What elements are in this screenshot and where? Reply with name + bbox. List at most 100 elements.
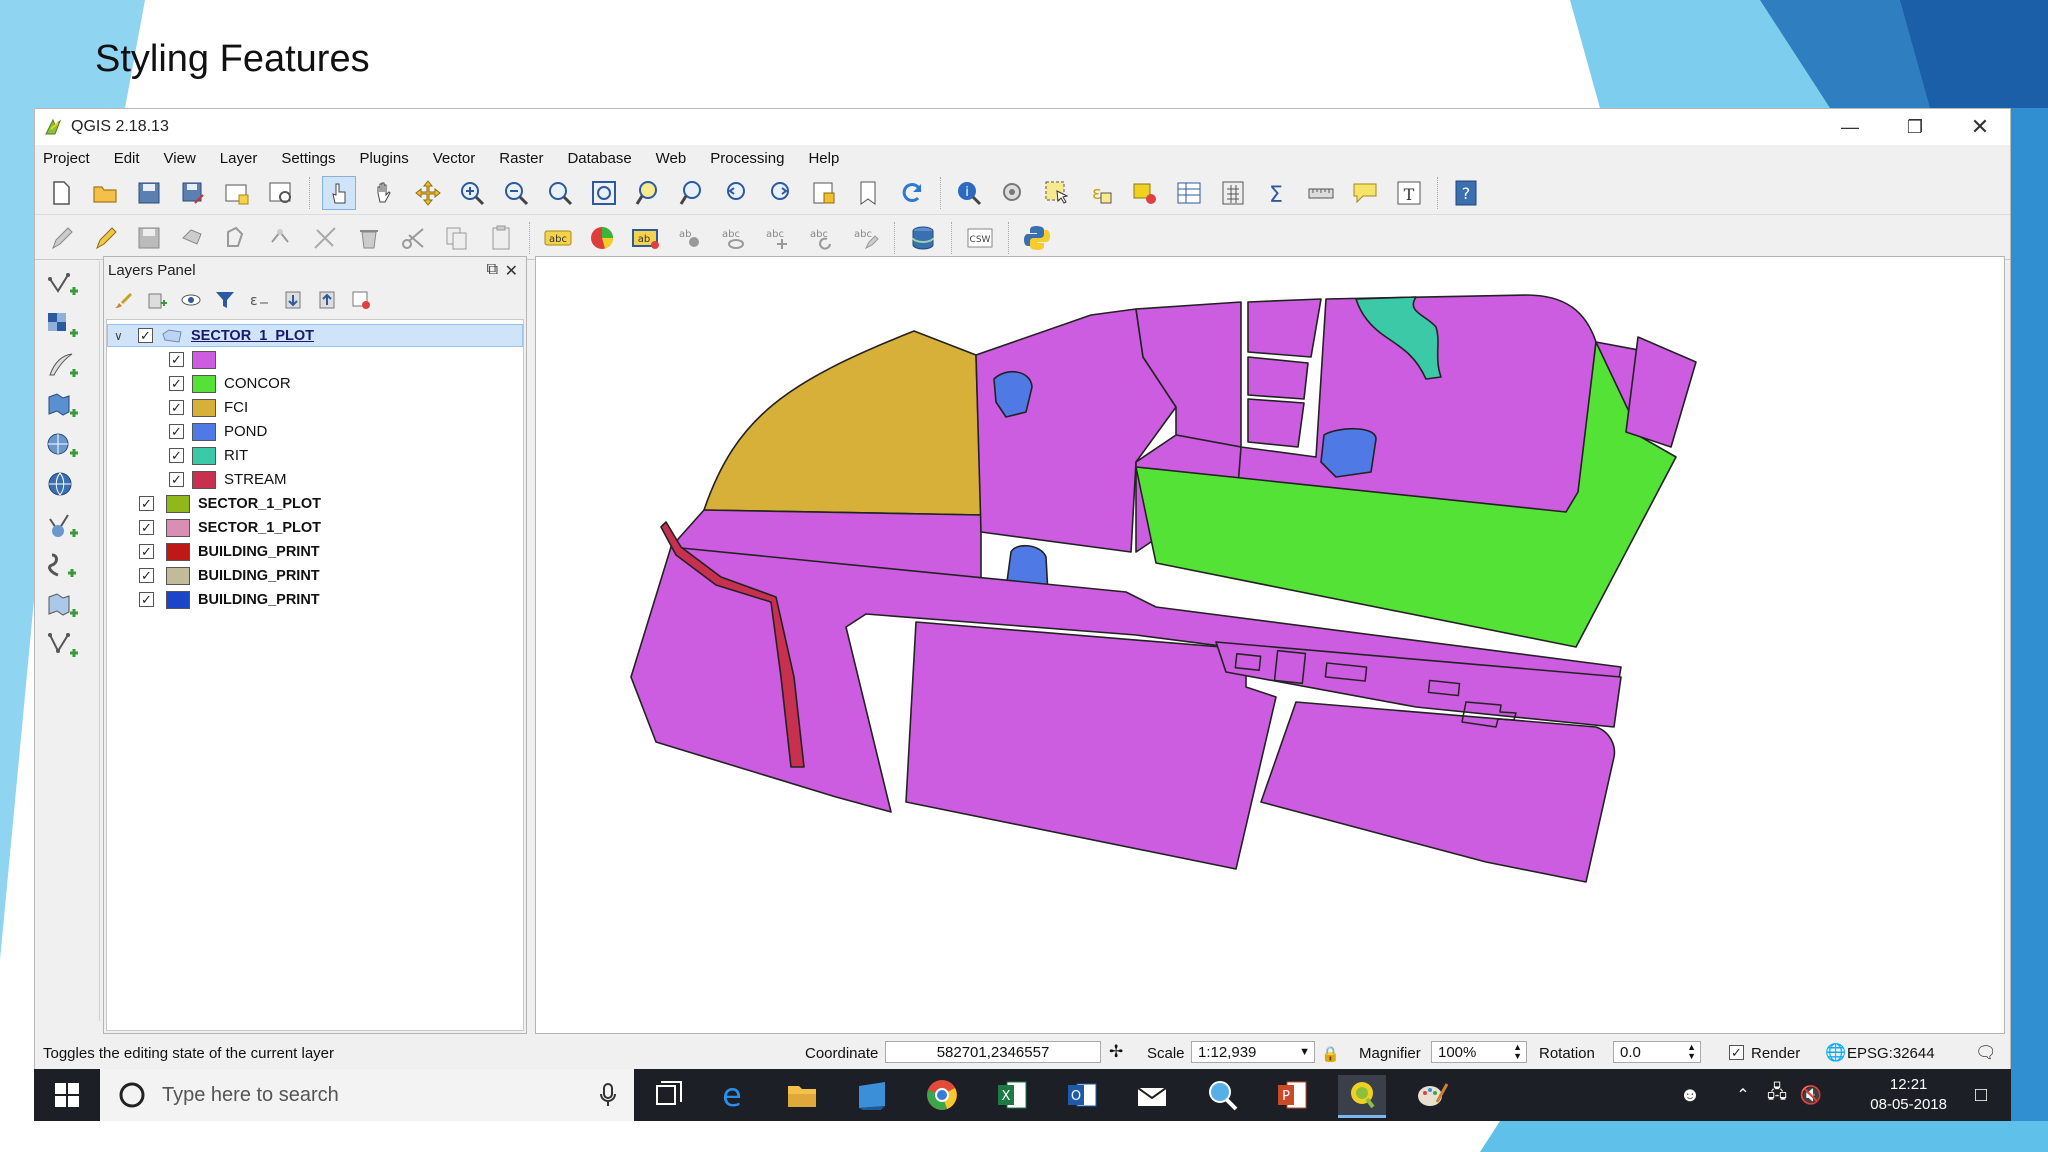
- render-checkbox[interactable]: ✓: [1729, 1045, 1744, 1060]
- zoom-last-button[interactable]: [720, 177, 752, 209]
- filter-expression-button[interactable]: ε: [246, 287, 272, 313]
- mail-button[interactable]: [1128, 1075, 1176, 1115]
- save-edits-button[interactable]: [133, 222, 165, 254]
- refresh-button[interactable]: [896, 177, 928, 209]
- legend-item[interactable]: ✓ FCI: [107, 396, 523, 419]
- legend-item[interactable]: ✓: [107, 348, 523, 371]
- composer-manager-button[interactable]: [265, 177, 297, 209]
- diagram-button[interactable]: [586, 222, 618, 254]
- taskbar-search[interactable]: Type here to search: [100, 1069, 634, 1121]
- plot-north-small-2[interactable]: [1247, 356, 1309, 400]
- extents-toggle-icon[interactable]: ✢: [1109, 1042, 1123, 1062]
- float-panel-button[interactable]: ⧉: [487, 261, 498, 279]
- pan-button[interactable]: [368, 177, 400, 209]
- statistics-button[interactable]: Σ: [1261, 177, 1293, 209]
- crs-label[interactable]: EPSG:32644: [1847, 1045, 1935, 1062]
- menu-raster[interactable]: Raster: [499, 150, 543, 167]
- fci-plot[interactable]: [703, 330, 982, 516]
- category-checkbox[interactable]: ✓: [169, 352, 184, 367]
- new-shapefile-button[interactable]: [43, 629, 83, 663]
- open-project-button[interactable]: [89, 177, 121, 209]
- zoom-full-button[interactable]: [588, 177, 620, 209]
- paste-features-button[interactable]: [485, 222, 517, 254]
- menu-settings[interactable]: Settings: [281, 150, 335, 167]
- layer-row[interactable]: ✓ BUILDING_PRINT: [107, 540, 523, 563]
- zoom-in-button[interactable]: [456, 177, 488, 209]
- menu-processing[interactable]: Processing: [710, 150, 784, 167]
- zoom-to-layer-button[interactable]: [676, 177, 708, 209]
- zoom-next-button[interactable]: [764, 177, 796, 209]
- add-mssql-button[interactable]: [43, 589, 83, 623]
- layer-checkbox[interactable]: ✓: [139, 568, 154, 583]
- add-wms-button[interactable]: [43, 469, 83, 503]
- magnifier-spinbox[interactable]: 100% ▲ ▼: [1431, 1041, 1527, 1063]
- people-button[interactable]: ☻: [1670, 1069, 1710, 1121]
- add-delimited-text-button[interactable]: [43, 349, 83, 383]
- add-feature-button[interactable]: [177, 222, 209, 254]
- outlook-button[interactable]: O: [1058, 1075, 1106, 1115]
- crs-globe-icon[interactable]: 🌐: [1825, 1043, 1846, 1063]
- category-checkbox[interactable]: ✓: [169, 448, 184, 463]
- menu-edit[interactable]: Edit: [114, 150, 140, 167]
- layer-row[interactable]: ✓ SECTOR_1_PLOT: [107, 516, 523, 539]
- menu-layer[interactable]: Layer: [220, 150, 258, 167]
- menu-project[interactable]: Project: [43, 150, 90, 167]
- layer-labeling-button[interactable]: ab: [630, 222, 662, 254]
- add-postgis-button[interactable]: [43, 429, 83, 463]
- node-edit-button[interactable]: [309, 222, 341, 254]
- add-wfs-button[interactable]: [43, 509, 83, 543]
- field-calculator-button[interactable]: [1217, 177, 1249, 209]
- select-by-value-button[interactable]: ε: [1085, 177, 1117, 209]
- filter-legend-button[interactable]: [212, 287, 238, 313]
- category-checkbox[interactable]: ✓: [169, 424, 184, 439]
- legend-item[interactable]: ✓ POND: [107, 420, 523, 443]
- powerpoint-button[interactable]: P: [1268, 1075, 1316, 1115]
- layer-row[interactable]: ✓ SECTOR_1_PLOT: [107, 492, 523, 515]
- menu-vector[interactable]: Vector: [433, 150, 476, 167]
- copy-features-button[interactable]: [441, 222, 473, 254]
- manage-visibility-button[interactable]: [178, 287, 204, 313]
- category-checkbox[interactable]: ✓: [169, 472, 184, 487]
- layer-row[interactable]: ✓ BUILDING_PRINT: [107, 588, 523, 611]
- identify-button[interactable]: i: [953, 177, 985, 209]
- coordinate-field[interactable]: 582701,2346557: [885, 1041, 1101, 1063]
- new-project-button[interactable]: [45, 177, 77, 209]
- map-tips-button[interactable]: [1349, 177, 1381, 209]
- move-label-button[interactable]: abc: [762, 222, 794, 254]
- layer-row[interactable]: ∨ ✓ SECTOR_1_PLOT: [107, 324, 523, 347]
- map-canvas[interactable]: [535, 256, 2005, 1034]
- zoom-native-button[interactable]: [544, 177, 576, 209]
- close-panel-button[interactable]: ✕: [505, 261, 518, 281]
- expand-all-button[interactable]: [280, 287, 306, 313]
- menu-database[interactable]: Database: [567, 150, 631, 167]
- microphone-icon[interactable]: [598, 1082, 618, 1108]
- show-hide-labels-button[interactable]: abc: [718, 222, 750, 254]
- move-feature-button[interactable]: [221, 222, 253, 254]
- plot-south-1[interactable]: [905, 621, 1277, 870]
- menu-web[interactable]: Web: [656, 150, 687, 167]
- action-center-button[interactable]: □: [1961, 1069, 2001, 1121]
- cut-features-button[interactable]: [397, 222, 429, 254]
- scale-combobox[interactable]: 1:12,939 ▼: [1191, 1041, 1315, 1063]
- layer-row[interactable]: ✓ BUILDING_PRINT: [107, 564, 523, 587]
- save-as-button[interactable]: [177, 177, 209, 209]
- magnifier-app-button[interactable]: [1198, 1075, 1246, 1115]
- file-explorer-button[interactable]: [778, 1075, 826, 1115]
- layer-checkbox[interactable]: ✓: [138, 328, 153, 343]
- new-bookmark-button[interactable]: [852, 177, 884, 209]
- pin-labels-button[interactable]: ab: [674, 222, 706, 254]
- category-checkbox[interactable]: ✓: [169, 400, 184, 415]
- select-feature-button[interactable]: [1041, 177, 1073, 209]
- menu-plugins[interactable]: Plugins: [360, 150, 409, 167]
- toggle-editing-button[interactable]: [89, 222, 121, 254]
- csw-button[interactable]: CSW: [964, 222, 996, 254]
- text-annotation-button[interactable]: T: [1393, 177, 1425, 209]
- plot-south-2[interactable]: [1260, 701, 1616, 883]
- qgis-taskbar-button[interactable]: [1338, 1075, 1386, 1118]
- start-button[interactable]: [34, 1069, 100, 1121]
- menu-help[interactable]: Help: [808, 150, 839, 167]
- add-group-button[interactable]: [144, 287, 170, 313]
- restore-button[interactable]: ❐: [1885, 109, 1945, 145]
- chrome-button[interactable]: [918, 1075, 966, 1115]
- current-edits-button[interactable]: [45, 222, 77, 254]
